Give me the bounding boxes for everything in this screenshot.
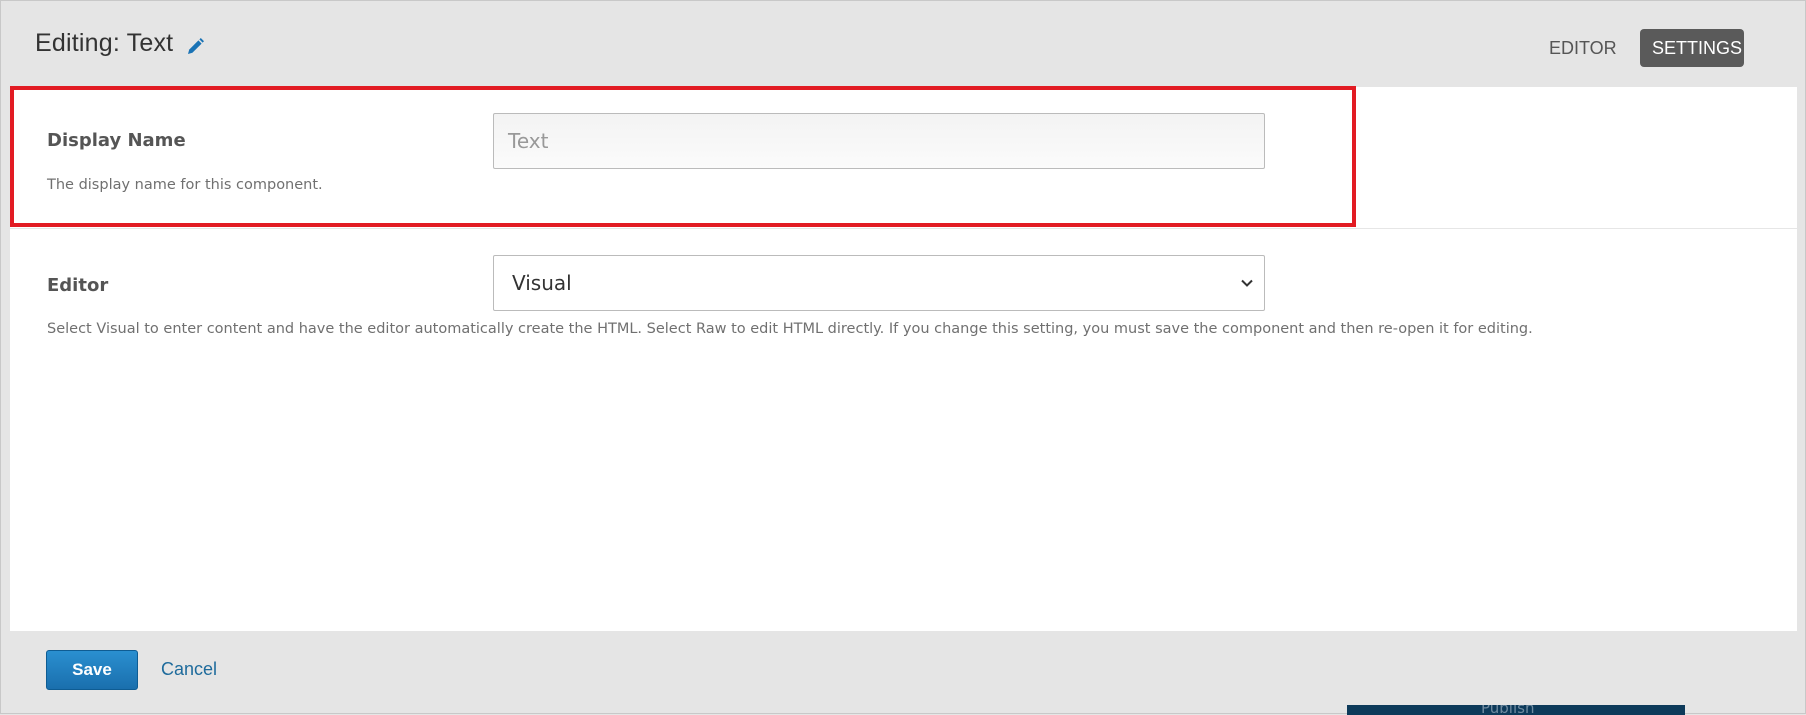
- editor-row: Editor Visual Select Visual to enter con…: [10, 229, 1797, 429]
- display-name-label: Display Name: [47, 130, 186, 151]
- pencil-icon[interactable]: [185, 37, 205, 57]
- editing-modal: Publish Editing: Text EDITOR SETTINGS Di…: [0, 0, 1806, 715]
- editor-label: Editor: [47, 275, 109, 296]
- modal-header: Editing: Text EDITOR SETTINGS: [1, 1, 1805, 87]
- chevron-down-icon: [1241, 279, 1253, 287]
- save-button[interactable]: Save: [46, 650, 138, 690]
- settings-panel: Display Name Text The display name for t…: [10, 87, 1797, 631]
- editor-select-value: Visual: [512, 271, 572, 295]
- display-name-help: The display name for this component.: [47, 177, 323, 193]
- tab-settings[interactable]: SETTINGS: [1640, 29, 1744, 67]
- editor-select[interactable]: Visual: [493, 255, 1265, 311]
- modal-title: Editing: Text: [35, 29, 174, 57]
- modal-footer: Save Cancel: [1, 631, 1805, 715]
- editor-help: Select Visual to enter content and have …: [47, 321, 1533, 337]
- cancel-link[interactable]: Cancel: [161, 659, 217, 680]
- display-name-input[interactable]: Text: [493, 113, 1265, 169]
- display-name-row: Display Name Text The display name for t…: [10, 87, 1797, 229]
- tab-editor[interactable]: EDITOR: [1537, 29, 1629, 67]
